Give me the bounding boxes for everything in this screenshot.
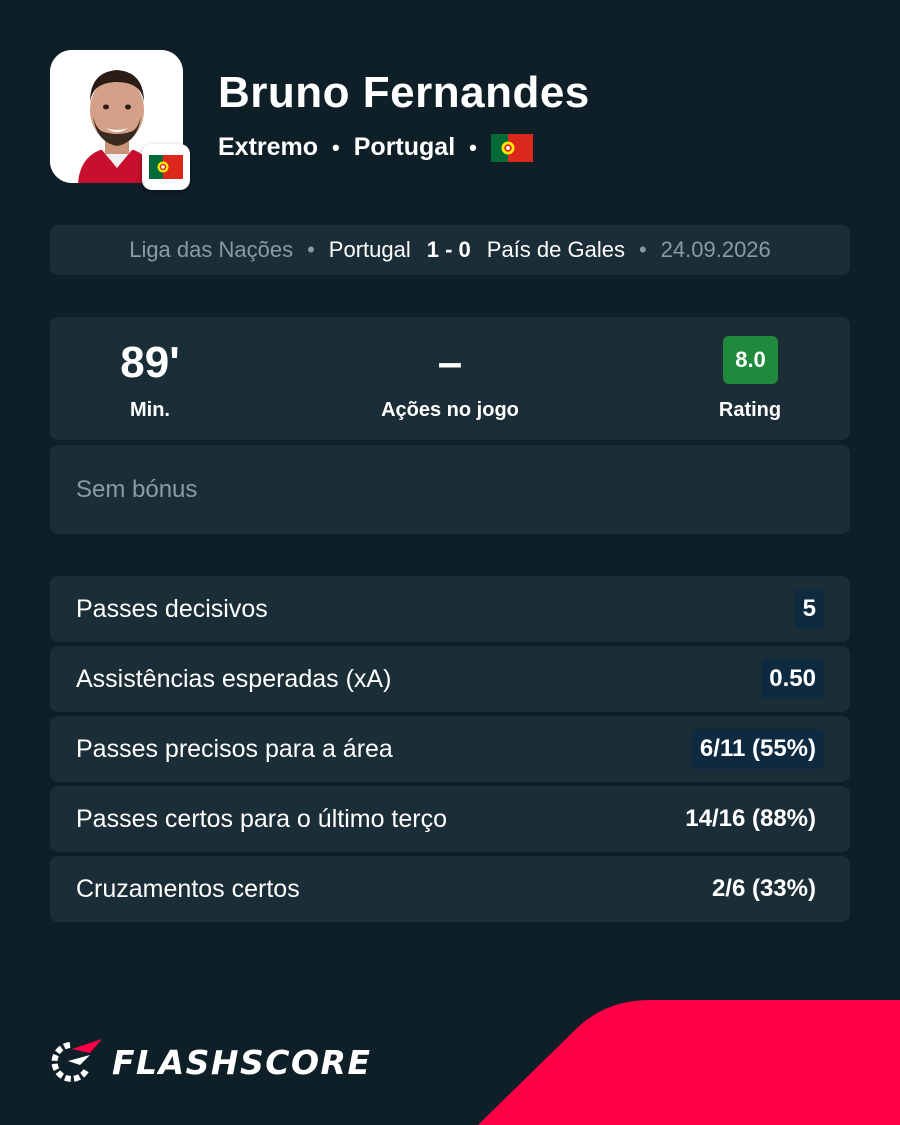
stat-label: Assistências esperadas (xA) [76, 664, 392, 693]
actions-value: – [437, 338, 463, 387]
actions-stat: – Ações no jogo [350, 317, 550, 440]
flashscore-logo: FLASHSCORE [50, 1039, 372, 1085]
player-country: Portugal [353, 133, 456, 161]
separator-dot: • [332, 134, 340, 160]
flashscore-logo-icon [51, 1039, 102, 1082]
match-score: 1 - 0 [426, 237, 471, 262]
bonus-card: Sem bónus [50, 445, 850, 534]
rating-label: Rating [718, 399, 782, 421]
rating-badge: 8.0 [723, 336, 778, 384]
portugal-flag-icon [149, 155, 183, 179]
rating-stat: 8.0 Rating [650, 317, 850, 440]
stat-row: Assistências esperadas (xA) 0.50 [50, 646, 850, 712]
stat-label: Passes precisos para a área [76, 734, 393, 763]
summary-card: 89' Min. – Ações no jogo 8.0 Rating [50, 317, 850, 440]
match-info-bar: Liga das Nações • Portugal 1 - 0 País de… [50, 225, 850, 275]
stat-row: Cruzamentos certos 2/6 (33%) [50, 856, 850, 922]
home-team: Portugal [328, 237, 411, 262]
stat-row: Passes decisivos 5 [50, 576, 850, 642]
competition-name: Liga das Nações [129, 237, 294, 262]
portugal-flag-icon [490, 133, 533, 162]
player-name: Bruno Fernandes [218, 68, 590, 117]
separator-dot: • [638, 237, 647, 262]
stat-label: Passes decisivos [76, 594, 268, 623]
stats-list: Passes decisivos 5 Assistências esperada… [50, 576, 850, 926]
stat-row: Passes certos para o último terço 14/16 … [50, 786, 850, 852]
separator-dot: • [469, 134, 477, 160]
bonus-text: Sem bónus [76, 475, 198, 503]
stat-value: 6/11 (55%) [691, 729, 824, 769]
stat-value: 0.50 [761, 659, 824, 699]
actions-label: Ações no jogo [381, 399, 519, 421]
stat-value: 2/6 (33%) [711, 875, 816, 902]
stat-value: 14/16 (88%) [685, 805, 816, 832]
minutes-value: 89' [120, 338, 180, 387]
player-avatar [50, 50, 190, 190]
match-date: 24.09.2026 [660, 237, 771, 262]
stat-row: Passes precisos para a área 6/11 (55%) [50, 716, 850, 782]
minutes-stat: 89' Min. [50, 317, 250, 440]
stat-value: 5 [794, 589, 824, 629]
minutes-label: Min. [130, 399, 170, 421]
stat-label: Cruzamentos certos [76, 874, 300, 903]
separator-dot: • [307, 237, 315, 262]
player-position: Extremo [218, 133, 319, 161]
stat-label: Passes certos para o último terço [76, 804, 447, 833]
brand-name: FLASHSCORE [112, 1042, 372, 1082]
away-team: País de Gales [486, 237, 625, 262]
player-subline: Extremo • Portugal • [218, 133, 533, 162]
country-flag-badge [142, 144, 190, 190]
